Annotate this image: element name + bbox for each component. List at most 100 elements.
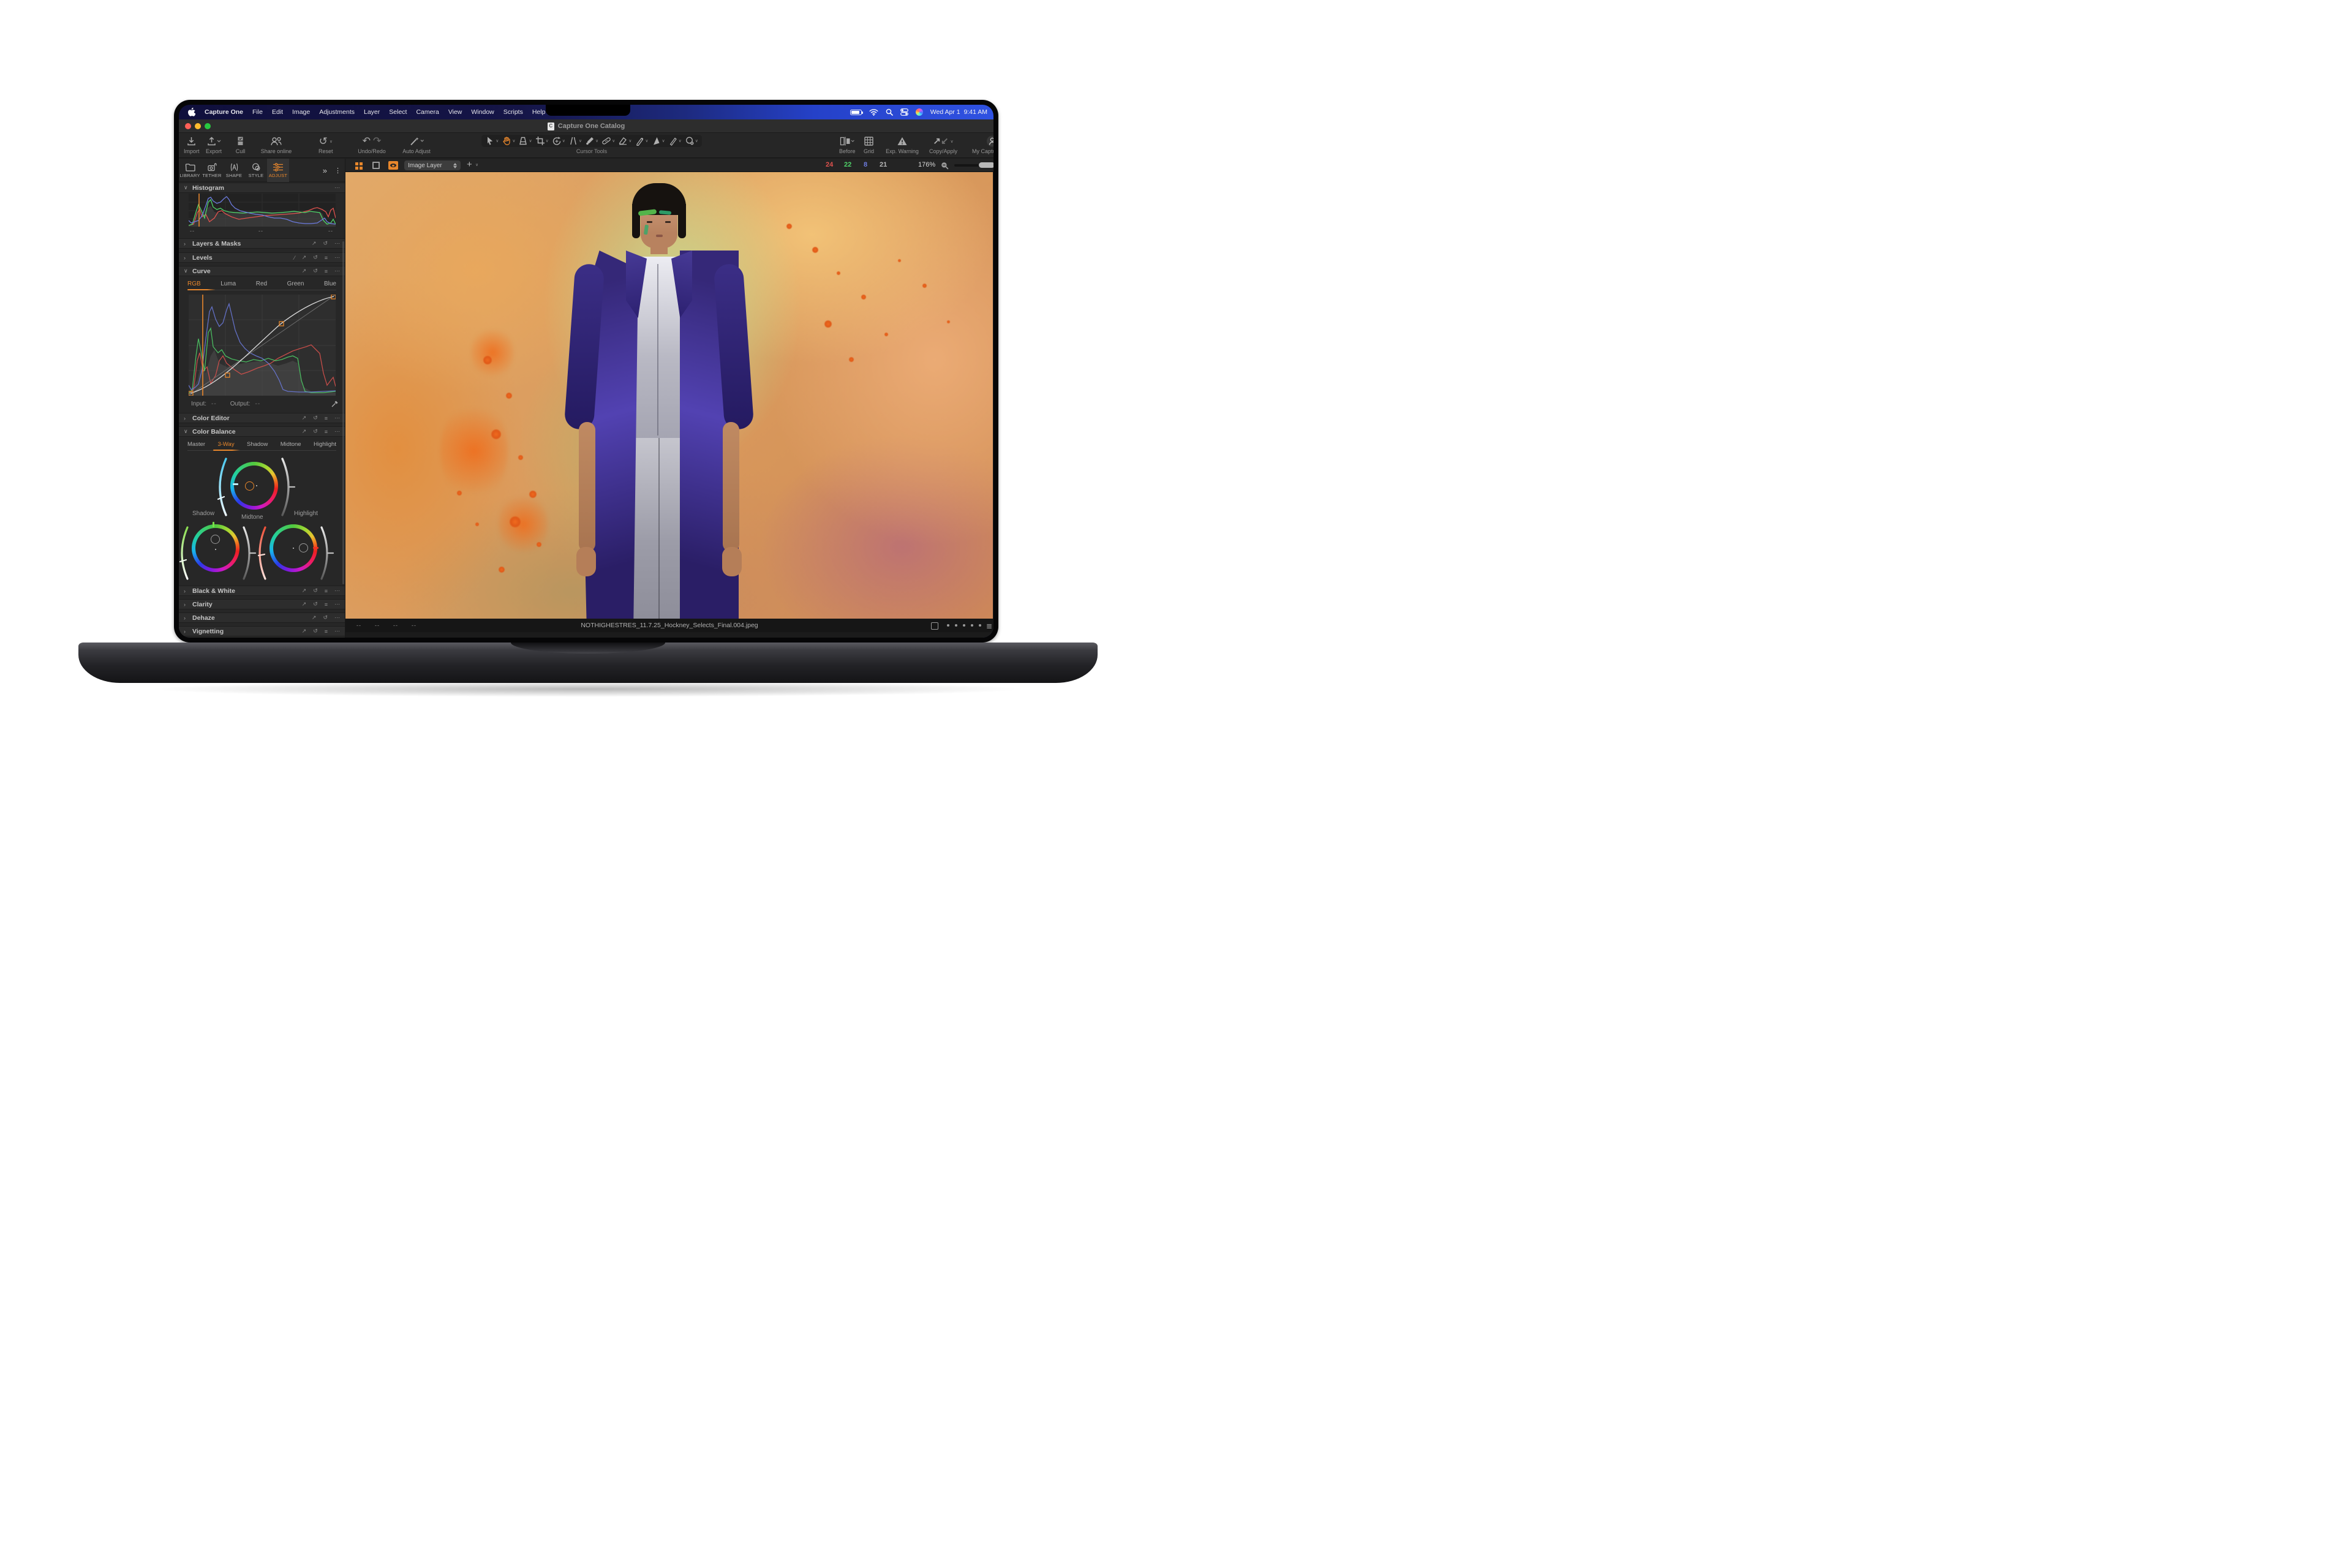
export-button[interactable]: Export [206,135,222,154]
exposure-warning-button[interactable]: Exp. Warning [882,135,922,154]
add-layer-chevron-icon[interactable]: ∨ [475,162,478,167]
cb-tab-master[interactable]: Master [187,441,205,448]
proof-view-icon[interactable] [388,161,398,170]
panel-expand-icon[interactable]: ↗ [312,240,317,247]
page-dot[interactable] [947,624,949,627]
panel-levels[interactable]: › Levels ⁄ ↗ ↺ ≡ ⋯ [179,252,345,263]
heal-tool[interactable]: ∨ [601,136,615,146]
zoom-out-icon[interactable] [941,162,949,170]
midtone-wheel[interactable] [230,462,278,510]
panel-color-editor[interactable]: › Color Editor ↗ ↺ ≡ ⋯ [179,413,345,423]
panel-more-icon[interactable]: ⋯ [334,601,340,608]
panel-more-icon[interactable]: ⋯ [334,628,340,635]
rotate-tool[interactable]: ∨ [552,136,565,146]
loupe-tool[interactable]: ∨ [518,136,532,146]
panel-more-icon[interactable]: ⋯ [334,254,340,261]
tab-library[interactable]: LIBRARY [179,159,201,182]
thumbnails-view-icon[interactable] [355,162,358,165]
grid-button[interactable]: Grid [864,135,874,154]
list-icon[interactable]: ≣ [986,622,992,630]
menu-adjustments[interactable]: Adjustments [319,108,355,116]
search-icon[interactable] [886,108,893,116]
siri-icon[interactable] [916,108,923,116]
panel-menu-icon[interactable]: ≡ [325,601,328,608]
panel-more-icon[interactable]: ⋯ [334,614,340,621]
panel-menu-icon[interactable]: ≡ [325,268,328,274]
panel-auto-icon[interactable]: ⁄ [294,255,295,261]
panel-clarity[interactable]: › Clarity ↗ ↺ ≡ ⋯ [179,599,345,609]
panel-menu-icon[interactable]: ≡ [325,255,328,261]
panel-more-icon[interactable]: ⋯ [334,268,340,274]
panel-expand-icon[interactable]: ↗ [312,614,317,621]
single-view-icon[interactable] [372,162,380,169]
highlight-selector[interactable] [299,543,308,552]
shadow-wheel[interactable] [192,524,239,572]
panel-layers-masks[interactable]: › Layers & Masks ↗ ↺ ⋯ [179,238,345,249]
panel-more-icon[interactable]: ⋯ [334,428,340,435]
menu-window[interactable]: Window [471,108,494,116]
wifi-icon[interactable] [869,109,878,116]
compare-icon[interactable] [931,622,938,630]
undo-redo-button[interactable]: ↶↷ Undo/Redo [354,135,390,154]
panel-expand-icon[interactable]: ↗ [302,628,307,635]
panel-expand-icon[interactable]: ↗ [302,254,307,261]
crop-tool[interactable]: ∨ [535,136,549,146]
panel-reset-icon[interactable]: ↺ [313,428,318,435]
tab-tether[interactable]: TETHER [201,159,223,182]
menu-view[interactable]: View [448,108,462,116]
radial-mask-tool[interactable]: ∨ [685,136,698,146]
share-online-button[interactable]: Share online [257,135,295,154]
control-center-icon[interactable] [900,108,908,116]
panel-color-balance[interactable]: ∨ Color Balance ↗ ↺ ≡ ⋯ [179,426,345,437]
curve-tab-blue[interactable]: Blue [324,281,336,287]
page-dot[interactable] [955,624,957,627]
sidebar-scrollbar[interactable] [342,241,344,584]
my-capture-one-button[interactable]: My Capture One [968,135,993,154]
panel-more-icon[interactable]: ⋯ [334,240,340,247]
curve-tab-rgb[interactable]: RGB [187,281,201,287]
copy-apply-button[interactable]: ↗↙∨ Copy/Apply [925,135,962,154]
panel-expand-icon[interactable]: ↗ [302,428,307,435]
cull-button[interactable]: Cull [235,135,246,154]
reset-button[interactable]: ↺∨ Reset [318,135,333,154]
cb-tab-shadow[interactable]: Shadow [247,441,268,448]
menu-scripts[interactable]: Scripts [503,108,523,116]
menu-image[interactable]: Image [292,108,310,116]
cb-tab-midtone[interactable]: Midtone [281,441,301,448]
page-dot[interactable] [971,624,973,627]
brush-tool[interactable]: ∨ [585,136,598,146]
draw-mask-tool[interactable]: ∨ [635,136,648,146]
cb-tab-3way[interactable]: 3-Way [217,441,234,448]
menu-help[interactable]: Help [532,108,546,116]
menubar-clock[interactable]: Wed Apr 1 9:41 AM [930,108,987,116]
panel-menu-icon[interactable]: ≡ [325,628,328,635]
panel-menu-icon[interactable]: ≡ [325,588,328,594]
fill-mask-tool[interactable]: ∨ [651,136,665,146]
menu-layer[interactable]: Layer [364,108,380,116]
panel-dehaze[interactable]: › Dehaze ↗ ↺ ⋯ [179,612,345,623]
cb-tab-highlight[interactable]: Highlight [314,441,336,448]
tab-adjust[interactable]: ADJUST [267,159,289,182]
tab-style[interactable]: STYLE [245,159,267,182]
panel-reset-icon[interactable]: ↺ [313,587,318,594]
panel-expand-icon[interactable]: ↗ [302,601,307,608]
zoom-slider[interactable] [954,164,993,167]
expand-tabs-icon[interactable]: » [323,166,327,175]
curve-graph[interactable] [189,295,336,396]
photo-canvas[interactable] [345,172,993,619]
panel-menu-icon[interactable]: ≡ [325,415,328,421]
panel-reset-icon[interactable]: ↺ [313,628,318,635]
zoom-slider-thumb[interactable] [979,162,993,168]
pan-tool[interactable]: ∨ [502,136,515,146]
panel-reset-icon[interactable]: ↺ [323,614,328,621]
panel-vignetting[interactable]: › Vignetting ↗ ↺ ≡ ⋯ [179,626,345,636]
curve-tab-green[interactable]: Green [287,281,304,287]
add-layer-button[interactable]: + [467,159,472,170]
tab-shape[interactable]: SHAPE [223,159,245,182]
panel-reset-icon[interactable]: ↺ [313,415,318,421]
panel-reset-icon[interactable]: ↺ [313,268,318,274]
straighten-tool[interactable]: ∨ [568,136,582,146]
panel-more-icon[interactable]: ⋯ [334,184,340,191]
curve-tab-luma[interactable]: Luma [221,281,236,287]
panel-curve[interactable]: ∨ Curve ↗ ↺ ≡ ⋯ [179,266,345,276]
